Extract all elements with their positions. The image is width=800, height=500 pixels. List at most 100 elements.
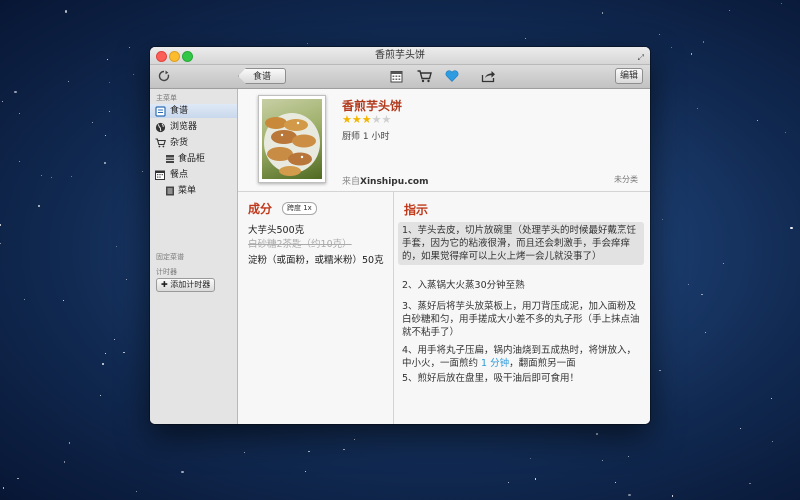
star-dot — [2, 101, 4, 103]
star-dot — [770, 397, 773, 400]
ingredient-item[interactable]: 白砂糖2茶匙（约10克） — [248, 238, 388, 251]
sidebar: 主菜单 食谱 浏览器 杂货 食品柜 餐点 菜单 固定菜谱 计时器 ✚ 添加计时器 — [150, 89, 238, 424]
star-dot — [704, 331, 706, 333]
sidebar-item-groceries[interactable]: 杂货 — [150, 136, 237, 150]
sidebar-item-label: 食品柜 — [178, 154, 206, 164]
star-dot — [19, 161, 21, 162]
star-dot — [790, 227, 793, 230]
star-filled-icon[interactable]: ★ — [362, 113, 372, 126]
sidebar-item-label: 食谱 — [170, 106, 189, 116]
timer-link[interactable]: 1 分钟 — [481, 358, 509, 369]
star-dot — [628, 493, 631, 496]
close-button[interactable] — [156, 51, 167, 62]
star-dot — [529, 457, 532, 459]
star-dot — [697, 107, 699, 109]
sync-icon[interactable] — [156, 68, 172, 84]
source-prefix: 来自 — [342, 177, 361, 187]
back-to-recipes-button[interactable]: 食谱 — [238, 68, 286, 84]
star-dot — [18, 112, 20, 115]
star-dot — [690, 53, 693, 55]
star-dot — [615, 482, 617, 483]
star-dot — [602, 12, 604, 14]
zoom-button[interactable] — [182, 51, 193, 62]
star-dot — [306, 43, 308, 45]
star-dot — [659, 34, 661, 36]
star-dot — [107, 59, 108, 61]
window-title: 香煎芋头饼 — [375, 50, 425, 61]
star-dot — [99, 395, 102, 397]
recipe-source: 来自Xinshipu.com — [342, 174, 428, 187]
star-dot — [784, 131, 786, 133]
star-filled-icon[interactable]: ★ — [352, 113, 362, 126]
add-timer-button[interactable]: ✚ 添加计时器 — [156, 278, 216, 292]
app-window: 香煎芋头饼 ⤢ 食谱 编辑 主菜单 食谱 浏览器 杂货 食品柜 餐点 菜单 固定… — [150, 47, 650, 424]
star-dot — [661, 219, 663, 221]
sidebar-item-label: 餐点 — [170, 170, 189, 180]
sidebar-header-main: 主菜单 — [156, 94, 177, 102]
sidebar-item-pantry[interactable]: 食品柜 — [150, 152, 237, 166]
star-dot — [38, 205, 41, 208]
toolbar: 食谱 编辑 — [150, 65, 650, 89]
star-dot — [601, 460, 603, 462]
star-empty-icon[interactable]: ★ — [372, 113, 382, 126]
instruction-step[interactable]: 4、用手将丸子压扁，锅内油烧到五成热时，将饼放入，中小火，一面煎约 1 分钟，翻… — [398, 344, 644, 370]
star-dot — [40, 175, 42, 177]
favorite-heart-icon[interactable] — [444, 68, 460, 84]
recipe-header: 香煎芋头饼 ★★★★★ 厨师 1 小时 来自Xinshipu.com 未分类 — [238, 89, 650, 192]
star-dot — [749, 483, 751, 485]
ingredient-item[interactable]: 大芋头500克 — [248, 224, 388, 237]
pantry-icon — [164, 153, 176, 165]
fullscreen-icon[interactable]: ⤢ — [638, 49, 644, 66]
star-dot — [23, 298, 25, 301]
star-dot — [132, 73, 135, 76]
step-text: ，翻面煎另一面 — [509, 358, 576, 369]
calendar-icon[interactable] — [388, 68, 404, 84]
star-empty-icon[interactable]: ★ — [382, 113, 392, 126]
star-filled-icon[interactable]: ★ — [342, 113, 352, 126]
source-link[interactable]: Xinshipu.com — [360, 177, 428, 187]
recipe-author: 厨师 1 小时 — [342, 132, 390, 142]
sidebar-item-meals[interactable]: 餐点 — [150, 168, 237, 182]
cart-icon[interactable] — [416, 68, 432, 84]
star-dot — [67, 81, 69, 83]
edit-button[interactable]: 编辑 — [615, 68, 643, 84]
scale-button[interactable]: 跨度 1x — [282, 202, 317, 215]
rating-stars[interactable]: ★★★★★ — [342, 113, 391, 126]
star-dot — [105, 134, 106, 136]
star-dot — [243, 452, 245, 453]
star-dot — [114, 339, 116, 341]
instruction-step[interactable]: 1、芋头去皮，切片放碗里（处理芋头的时候最好戴烹饪手套，因为它的粘液很滑，而且还… — [398, 222, 644, 265]
star-dot — [128, 47, 131, 49]
star-dot — [723, 263, 724, 264]
star-dot — [71, 175, 73, 177]
star-dot — [0, 224, 2, 226]
star-dot — [62, 300, 64, 302]
instructions-panel: 指示 1、芋头去皮，切片放碗里（处理芋头的时候最好戴烹饪手套，因为它的粘液很滑，… — [394, 192, 650, 424]
star-dot — [595, 432, 598, 435]
ingredient-item[interactable]: 淀粉（或面粉，或糯米粉）50克 — [248, 254, 388, 267]
recipe-category[interactable]: 未分类 — [614, 174, 638, 185]
sidebar-item-label: 杂货 — [170, 138, 189, 148]
star-dot — [181, 470, 184, 473]
recipe-photo[interactable] — [258, 95, 326, 183]
sidebar-item-label: 浏览器 — [170, 122, 198, 132]
star-dot — [729, 9, 730, 11]
cart-icon — [154, 137, 166, 149]
ingredients-title: 成分 — [248, 202, 273, 216]
instruction-step[interactable]: 2、入蒸锅大火蒸30分钟至熟 — [398, 279, 644, 292]
recipe-title: 香煎芋头饼 — [342, 99, 403, 113]
star-dot — [771, 441, 773, 443]
instruction-step[interactable]: 5、煎好后放在盘里，吸干油后即可食用！ — [398, 372, 644, 385]
sidebar-item-menus[interactable]: 菜单 — [150, 184, 237, 198]
star-dot — [126, 279, 127, 280]
globe-icon — [154, 121, 166, 133]
star-dot — [92, 121, 93, 123]
minimize-button[interactable] — [169, 51, 180, 62]
share-icon[interactable] — [480, 68, 496, 84]
star-dot — [101, 362, 104, 365]
sidebar-item-browser[interactable]: 浏览器 — [150, 120, 237, 134]
sidebar-item-recipes[interactable]: 食谱 — [150, 104, 237, 118]
star-dot — [343, 448, 345, 451]
star-dot — [688, 283, 690, 285]
instruction-step[interactable]: 3、蒸好后将芋头放菜板上，用刀背压成泥，加入面粉及白砂糖和匀，用手搓成大小差不多… — [398, 300, 644, 339]
